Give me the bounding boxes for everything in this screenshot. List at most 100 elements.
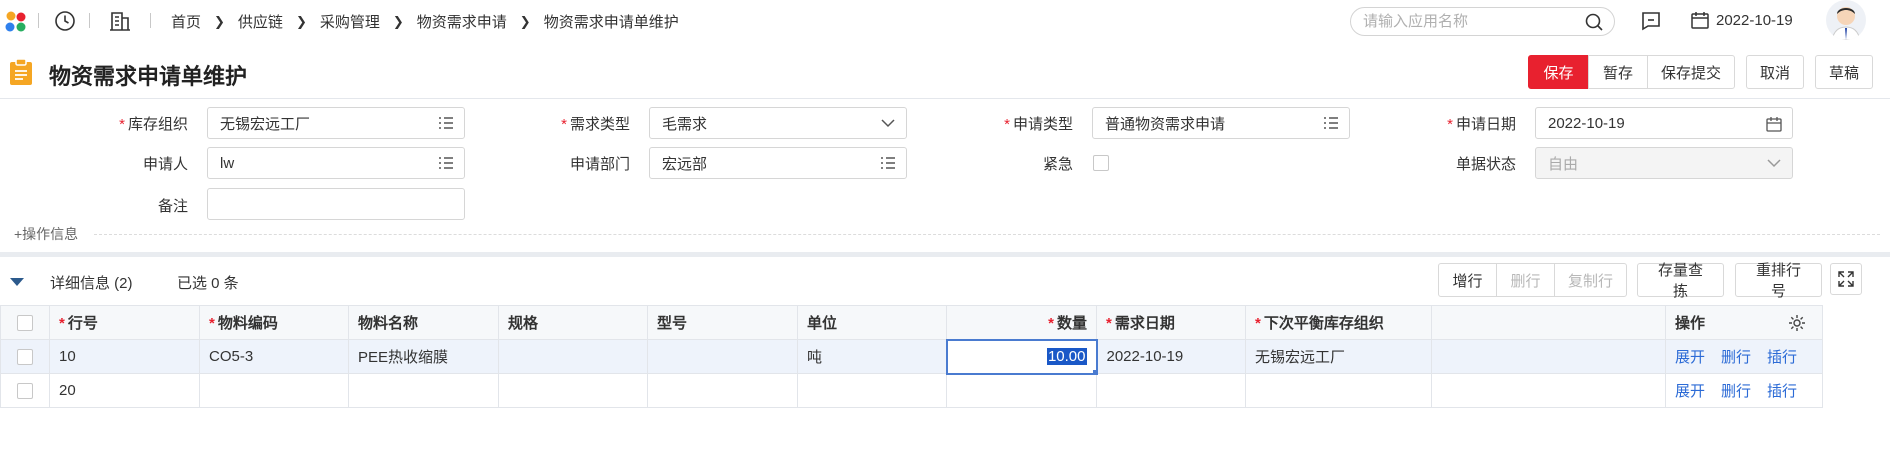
renumber-button[interactable]: 重排行号 (1735, 262, 1822, 300)
insert-row-link[interactable]: 插行 (1767, 383, 1797, 400)
cell-material-name[interactable] (348, 373, 499, 408)
demand-type-select[interactable]: 毛需求 (649, 107, 907, 139)
divider (89, 13, 90, 28)
delete-row-link[interactable]: 删行 (1721, 383, 1751, 400)
section-divider (0, 252, 1890, 257)
doc-status-select: 自由 (1535, 147, 1793, 179)
cell-blank (1431, 373, 1666, 408)
urgent-checkbox[interactable] (1093, 155, 1109, 171)
cancel-button[interactable]: 取消 (1746, 55, 1804, 89)
fullscreen-button[interactable] (1830, 263, 1862, 295)
breadcrumb-home[interactable]: 首页 (171, 11, 201, 32)
cell-quantity-editor[interactable]: 10.00 (945, 338, 1098, 375)
search-input[interactable] (1363, 13, 1578, 30)
list-icon[interactable] (1323, 116, 1339, 130)
cell-material-code[interactable]: CO5-3 (199, 339, 349, 374)
cell-material-name[interactable]: PEE热收缩膜 (348, 339, 499, 374)
calendar-icon[interactable] (1766, 116, 1782, 132)
list-icon[interactable] (880, 156, 896, 170)
stock-org-label: * 库存组织 (119, 116, 188, 133)
col-material-name[interactable]: 物料名称 (348, 305, 499, 340)
col-material-code[interactable]: * 物料编码 (199, 305, 349, 340)
chevron-down-icon (1767, 159, 1781, 168)
divider (150, 13, 151, 28)
building-icon[interactable] (107, 8, 133, 34)
apply-type-label: * 申请类型 (1004, 116, 1073, 133)
avatar[interactable] (1826, 0, 1866, 40)
row-action-group: 增行 删行 复制行 (1438, 263, 1627, 297)
search-icon[interactable] (1584, 12, 1604, 32)
col-unit[interactable]: 单位 (797, 305, 947, 340)
col-spec[interactable]: 规格 (498, 305, 648, 340)
cell-unit[interactable] (797, 373, 947, 408)
cell-balance-org[interactable]: 无锡宏远工厂 (1245, 339, 1432, 374)
stock-org-field[interactable]: 无锡宏远工厂 (207, 107, 465, 139)
select-all-cell (0, 305, 50, 340)
cell-demand-date[interactable]: 2022-10-19 (1096, 339, 1246, 374)
apply-dept-label: 申请部门 (569, 156, 630, 173)
header-form: * 库存组织 无锡宏远工厂 * 需求类型 毛需求 * 申请类型 普通物资需求申请 * 申… (0, 98, 1890, 248)
apply-date-field[interactable]: 2022-10-19 (1535, 107, 1793, 139)
table-row[interactable]: 10 CO5-3 PEE热收缩膜 吨 10.00 2022-10-19 无锡宏远… (0, 338, 1824, 375)
cell-row-no[interactable]: 10 (49, 339, 200, 374)
col-quantity[interactable]: * 数量 (946, 305, 1097, 340)
breadcrumb-supply-chain[interactable]: 供应链 (238, 11, 283, 32)
cell-material-code[interactable] (199, 373, 349, 408)
col-balance-org[interactable]: * 下次平衡库存组织 (1245, 305, 1432, 340)
cell-demand-date[interactable] (1096, 373, 1246, 408)
expand-row-link[interactable]: 展开 (1675, 349, 1705, 366)
chevron-right-icon: ❯ (519, 13, 531, 29)
date-display[interactable]: 2022-10-19 (1690, 10, 1793, 30)
col-operations: 操作 (1664, 305, 1824, 340)
expand-row-link[interactable]: 展开 (1675, 383, 1705, 400)
row-checkbox[interactable] (17, 383, 33, 400)
cell-row-no[interactable]: 20 (49, 373, 200, 408)
column-settings-gear-icon[interactable] (1788, 314, 1806, 332)
remark-label: 备注 (157, 198, 188, 215)
draft-button[interactable]: 草稿 (1815, 55, 1873, 89)
applicant-field[interactable]: lw (207, 147, 465, 179)
insert-row-link[interactable]: 插行 (1767, 349, 1797, 366)
apply-type-field[interactable]: 普通物资需求申请 (1092, 107, 1350, 139)
breadcrumb-material-request[interactable]: 物资需求申请 (417, 11, 507, 32)
main-action-group: 保存 暂存 保存提交 (1528, 55, 1735, 89)
col-model[interactable]: 型号 (647, 305, 798, 340)
top-bar: 首页 ❯ 供应链 ❯ 采购管理 ❯ 物资需求申请 ❯ 物资需求申请单维护 202… (0, 0, 1890, 42)
quantity-selected-text[interactable]: 10.00 (1046, 348, 1087, 365)
history-clock-icon[interactable] (52, 8, 78, 34)
operation-info-toggle[interactable]: +操作信息 (14, 224, 78, 244)
detail-toolbar: 详细信息 (2) 已选 0 条 增行 删行 复制行 存量查拣 重排行号 (0, 258, 1890, 308)
row-checkbox[interactable] (17, 349, 33, 366)
breadcrumb-purchase[interactable]: 采购管理 (320, 11, 380, 32)
temp-save-button[interactable]: 暂存 (1588, 55, 1648, 89)
save-button[interactable]: 保存 (1528, 55, 1589, 89)
col-row-no[interactable]: * 行号 (49, 305, 200, 340)
cell-balance-org[interactable] (1245, 373, 1432, 408)
delete-row-link[interactable]: 删行 (1721, 349, 1751, 366)
cell-model[interactable] (647, 339, 798, 374)
save-submit-button[interactable]: 保存提交 (1647, 55, 1735, 89)
col-demand-date[interactable]: * 需求日期 (1096, 305, 1246, 340)
fill-handle[interactable] (1092, 369, 1095, 372)
add-row-button[interactable]: 增行 (1438, 263, 1497, 297)
app-logo-icon[interactable] (4, 10, 28, 34)
list-icon[interactable] (438, 116, 454, 130)
select-all-checkbox[interactable] (17, 315, 33, 332)
clipboard-icon (10, 59, 32, 85)
list-icon[interactable] (438, 156, 454, 170)
row-select-cell (0, 373, 50, 408)
remark-field[interactable] (207, 188, 465, 220)
stock-query-button[interactable]: 存量查拣 (1637, 262, 1724, 300)
selected-count: 已选 0 条 (177, 275, 239, 292)
title-bar: 物资需求申请单维护 保存 暂存 保存提交 取消 草稿 (0, 50, 1890, 95)
cell-unit[interactable]: 吨 (797, 339, 947, 374)
cell-spec[interactable] (498, 339, 648, 374)
apply-dept-field[interactable]: 宏远部 (649, 147, 907, 179)
copy-row-button: 复制行 (1554, 263, 1627, 297)
cell-quantity[interactable] (946, 373, 1097, 408)
message-icon[interactable] (1638, 8, 1664, 34)
cell-model[interactable] (647, 373, 798, 408)
cell-spec[interactable] (498, 373, 648, 408)
collapse-triangle-icon[interactable] (10, 278, 24, 286)
table-row[interactable]: 20 展开 删行 插行 (0, 373, 1824, 408)
